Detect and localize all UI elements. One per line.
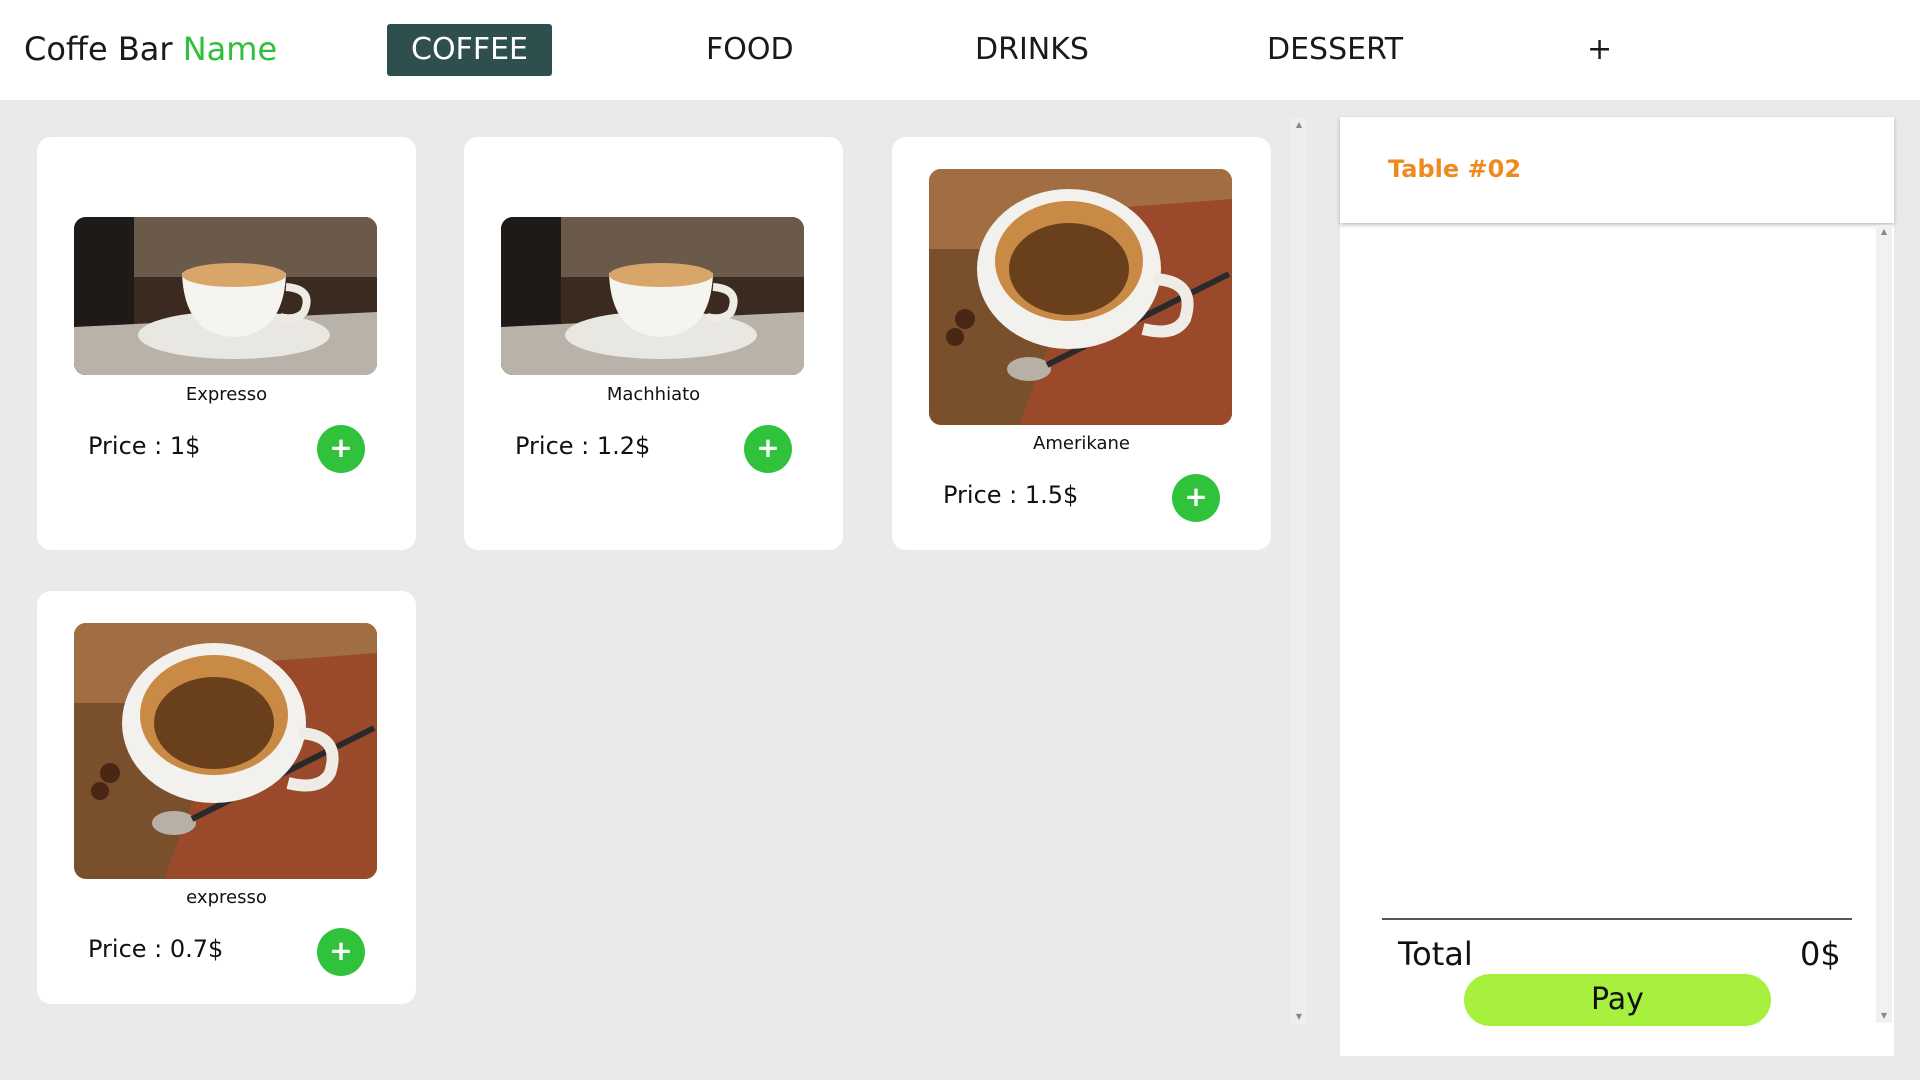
brand-title: Coffe Bar Name — [24, 30, 277, 68]
pay-button[interactable]: Pay — [1464, 974, 1771, 1026]
product-card: Amerikane Price : 1.5$ + — [892, 137, 1271, 550]
add-to-order-button[interactable]: + — [1172, 474, 1220, 522]
tab-coffee[interactable]: COFFEE — [387, 24, 552, 76]
order-list-scrollbar[interactable]: ▲ ▼ — [1876, 225, 1892, 1023]
add-category-button[interactable]: + — [1563, 24, 1636, 76]
product-name: expresso — [186, 887, 267, 908]
tab-dessert[interactable]: DESSERT — [1243, 24, 1427, 76]
scroll-up-arrow-icon[interactable]: ▲ — [1876, 225, 1892, 239]
add-to-order-button[interactable]: + — [317, 425, 365, 473]
brand-text: Coffe Bar — [24, 30, 183, 68]
scroll-down-arrow-icon[interactable]: ▼ — [1291, 1010, 1307, 1024]
scroll-down-arrow-icon[interactable]: ▼ — [1876, 1009, 1892, 1023]
total-divider — [1382, 918, 1852, 920]
tab-food[interactable]: FOOD — [682, 24, 818, 76]
product-grid: Expresso Price : 1$ + Machhiato Price : … — [0, 100, 1290, 1080]
table-label: Table #02 — [1388, 155, 1522, 183]
total-label: Total — [1398, 935, 1473, 973]
product-card: expresso Price : 0.7$ + — [37, 591, 416, 1004]
product-image — [74, 623, 377, 879]
product-price: Price : 1.2$ — [515, 432, 651, 460]
top-header: Coffe Bar Name COFFEE FOOD DRINKS DESSER… — [0, 0, 1920, 100]
product-card: Expresso Price : 1$ + — [37, 137, 416, 550]
total-value: 0$ — [1800, 935, 1841, 973]
add-to-order-button[interactable]: + — [317, 928, 365, 976]
scroll-up-arrow-icon[interactable]: ▲ — [1291, 118, 1307, 132]
tab-drinks[interactable]: DRINKS — [951, 24, 1113, 76]
order-header: Table #02 — [1340, 117, 1894, 223]
product-name: Expresso — [185, 384, 268, 405]
product-name: Amerikane — [1033, 433, 1130, 454]
brand-accent: Name — [182, 30, 278, 68]
product-image — [501, 217, 804, 375]
add-to-order-button[interactable]: + — [744, 425, 792, 473]
product-image — [74, 217, 377, 375]
product-price: Price : 1$ — [88, 432, 201, 460]
product-card: Machhiato Price : 1.2$ + — [464, 137, 843, 550]
product-price: Price : 0.7$ — [88, 935, 224, 963]
product-image — [929, 169, 1232, 425]
order-panel: Table #02 ▲ ▼ Total 0$ Pay — [1340, 117, 1894, 1056]
order-items-list — [1340, 227, 1876, 1027]
product-name: Machhiato — [606, 384, 701, 405]
product-price: Price : 1.5$ — [943, 481, 1079, 509]
product-grid-scrollbar[interactable]: ▲ ▼ — [1291, 118, 1307, 1024]
